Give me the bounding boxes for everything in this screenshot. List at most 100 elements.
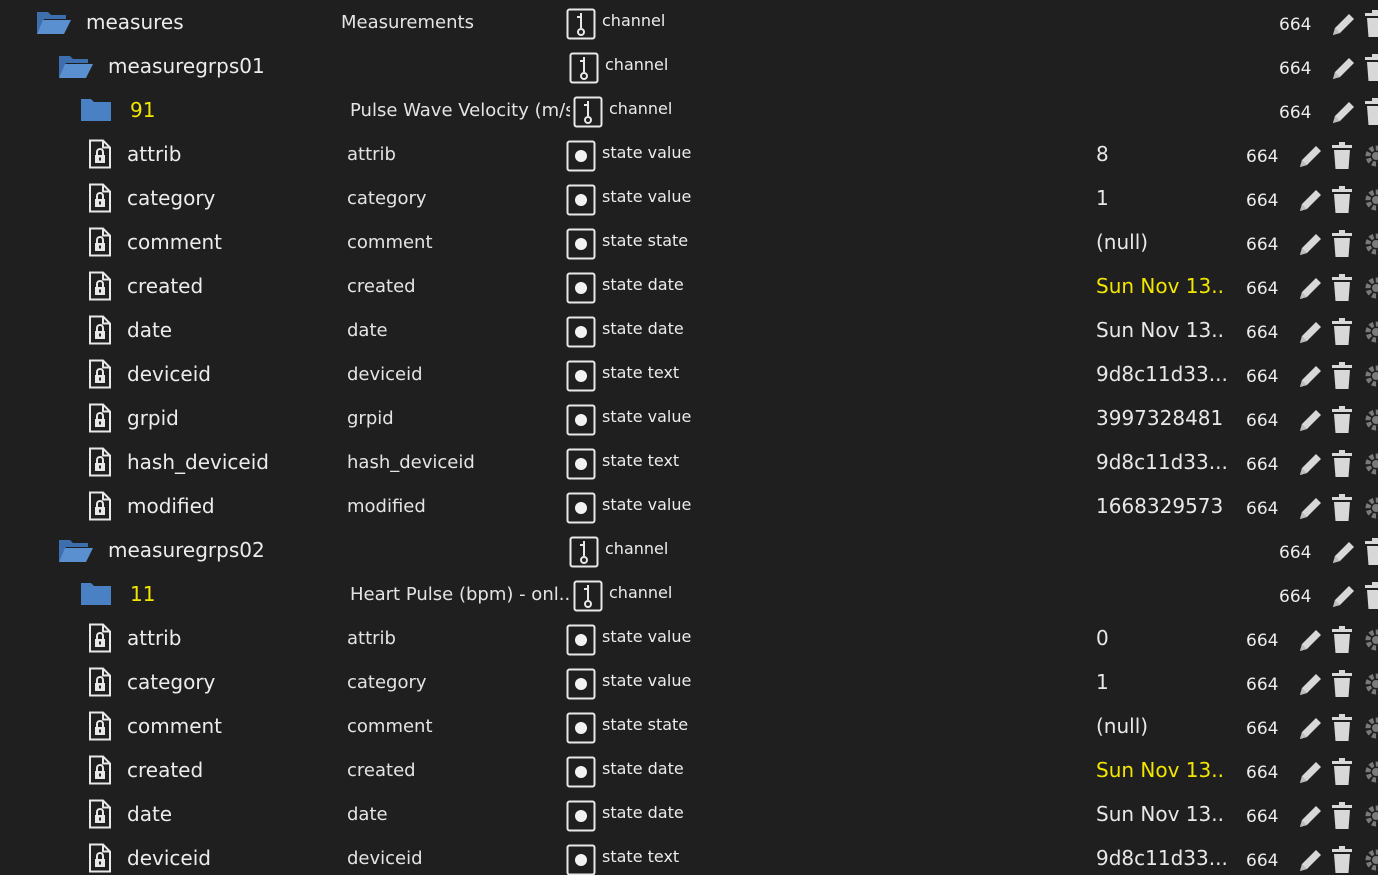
object-id[interactable]: deviceid [127, 362, 211, 386]
folder-open-icon[interactable] [36, 8, 72, 40]
tree-row[interactable]: date date state date Sun Nov 13... 664 [0, 308, 1378, 352]
pencil-icon[interactable] [1297, 802, 1325, 834]
tree-row[interactable]: measures Measurements channel 664 [0, 0, 1378, 44]
trash-icon[interactable] [1331, 142, 1353, 174]
pencil-icon[interactable] [1297, 362, 1325, 394]
file-lock-icon[interactable] [88, 359, 112, 393]
object-value[interactable]: (null) [1096, 230, 1148, 254]
trash-icon[interactable] [1331, 758, 1353, 790]
file-lock-icon[interactable] [88, 315, 112, 349]
gear-icon[interactable] [1362, 406, 1378, 438]
gear-icon[interactable] [1362, 846, 1378, 875]
folder-icon[interactable] [80, 96, 112, 126]
object-id[interactable]: measuregrps02 [108, 538, 265, 562]
pencil-icon[interactable] [1297, 846, 1325, 875]
tree-row[interactable]: category category state value 1 664 [0, 660, 1378, 704]
object-value[interactable]: 9d8c11d33... [1096, 846, 1226, 870]
object-id[interactable]: created [127, 758, 203, 782]
object-value[interactable]: Sun Nov 13... [1096, 318, 1226, 342]
pencil-icon[interactable] [1297, 450, 1325, 482]
gear-icon[interactable] [1362, 142, 1378, 174]
object-value[interactable]: 9d8c11d33... [1096, 362, 1226, 386]
object-id[interactable]: 91 [130, 98, 155, 122]
trash-icon[interactable] [1364, 582, 1378, 614]
tree-row[interactable]: created created state date Sun Nov 13... 664 [0, 264, 1378, 308]
file-lock-icon[interactable] [88, 491, 112, 525]
object-id[interactable]: modified [127, 494, 215, 518]
tree-row[interactable]: date date state date Sun Nov 13... 664 [0, 792, 1378, 836]
object-value[interactable]: 1668329573 [1096, 494, 1223, 518]
object-id[interactable]: attrib [127, 142, 181, 166]
object-value[interactable]: (null) [1096, 714, 1148, 738]
file-lock-icon[interactable] [88, 623, 112, 657]
trash-icon[interactable] [1364, 54, 1378, 86]
gear-icon[interactable] [1362, 274, 1378, 306]
pencil-icon[interactable] [1297, 714, 1325, 746]
gear-icon[interactable] [1362, 318, 1378, 350]
file-lock-icon[interactable] [88, 183, 112, 217]
file-lock-icon[interactable] [88, 139, 112, 173]
trash-icon[interactable] [1331, 494, 1353, 526]
trash-icon[interactable] [1364, 10, 1378, 42]
object-id[interactable]: hash_deviceid [127, 450, 269, 474]
object-value[interactable]: Sun Nov 13... [1096, 274, 1226, 298]
gear-icon[interactable] [1362, 802, 1378, 834]
folder-open-icon[interactable] [58, 52, 94, 84]
pencil-icon[interactable] [1297, 626, 1325, 658]
pencil-icon[interactable] [1297, 230, 1325, 262]
trash-icon[interactable] [1331, 230, 1353, 262]
tree-row[interactable]: deviceid deviceid state text 9d8c11d33... 66… [0, 836, 1378, 875]
object-value[interactable]: 3997328481 [1096, 406, 1223, 430]
object-value[interactable]: 9d8c11d33... [1096, 450, 1226, 474]
tree-row[interactable]: attrib attrib state value 8 664 [0, 132, 1378, 176]
object-value[interactable]: 1 [1096, 670, 1109, 694]
pencil-icon[interactable] [1297, 274, 1325, 306]
object-value[interactable]: Sun Nov 13... [1096, 758, 1226, 782]
object-id[interactable]: date [127, 802, 172, 826]
trash-icon[interactable] [1331, 186, 1353, 218]
object-id[interactable]: comment [127, 230, 222, 254]
object-id[interactable]: attrib [127, 626, 181, 650]
pencil-icon[interactable] [1330, 538, 1358, 570]
trash-icon[interactable] [1331, 274, 1353, 306]
tree-row[interactable]: hash_deviceid hash_deviceid state text 9d8c… [0, 440, 1378, 484]
tree-row[interactable]: measuregrps01 channel 664 [0, 44, 1378, 88]
tree-row[interactable]: grpid grpid state value 3997328481 664 [0, 396, 1378, 440]
tree-row[interactable]: deviceid deviceid state text 9d8c11d33... 66… [0, 352, 1378, 396]
object-value[interactable]: Sun Nov 13... [1096, 802, 1226, 826]
pencil-icon[interactable] [1297, 406, 1325, 438]
folder-open-icon[interactable] [58, 536, 94, 568]
file-lock-icon[interactable] [88, 227, 112, 261]
tree-row[interactable]: 91 Pulse Wave Velocity (m/s) channel 664 [0, 88, 1378, 132]
tree-row[interactable]: modified modified state value 1668329573 664 [0, 484, 1378, 528]
pencil-icon[interactable] [1330, 10, 1358, 42]
pencil-icon[interactable] [1297, 670, 1325, 702]
pencil-icon[interactable] [1297, 142, 1325, 174]
trash-icon[interactable] [1364, 538, 1378, 570]
pencil-icon[interactable] [1297, 318, 1325, 350]
trash-icon[interactable] [1331, 406, 1353, 438]
file-lock-icon[interactable] [88, 271, 112, 305]
object-id[interactable]: date [127, 318, 172, 342]
object-id[interactable]: grpid [127, 406, 179, 430]
object-value[interactable]: 8 [1096, 142, 1109, 166]
file-lock-icon[interactable] [88, 403, 112, 437]
object-value[interactable]: 0 [1096, 626, 1109, 650]
file-lock-icon[interactable] [88, 843, 112, 875]
gear-icon[interactable] [1362, 758, 1378, 790]
pencil-icon[interactable] [1297, 186, 1325, 218]
pencil-icon[interactable] [1297, 494, 1325, 526]
gear-icon[interactable] [1362, 670, 1378, 702]
tree-row[interactable]: 11 Heart Pulse (bpm) - onl... channel 664 [0, 572, 1378, 616]
file-lock-icon[interactable] [88, 447, 112, 481]
trash-icon[interactable] [1331, 318, 1353, 350]
trash-icon[interactable] [1331, 802, 1353, 834]
trash-icon[interactable] [1364, 98, 1378, 130]
gear-icon[interactable] [1362, 450, 1378, 482]
gear-icon[interactable] [1362, 186, 1378, 218]
tree-row[interactable]: created created state date Sun Nov 13... 664 [0, 748, 1378, 792]
trash-icon[interactable] [1331, 714, 1353, 746]
object-id[interactable]: created [127, 274, 203, 298]
tree-row[interactable]: measuregrps02 channel 664 [0, 528, 1378, 572]
object-id[interactable]: 11 [130, 582, 155, 606]
